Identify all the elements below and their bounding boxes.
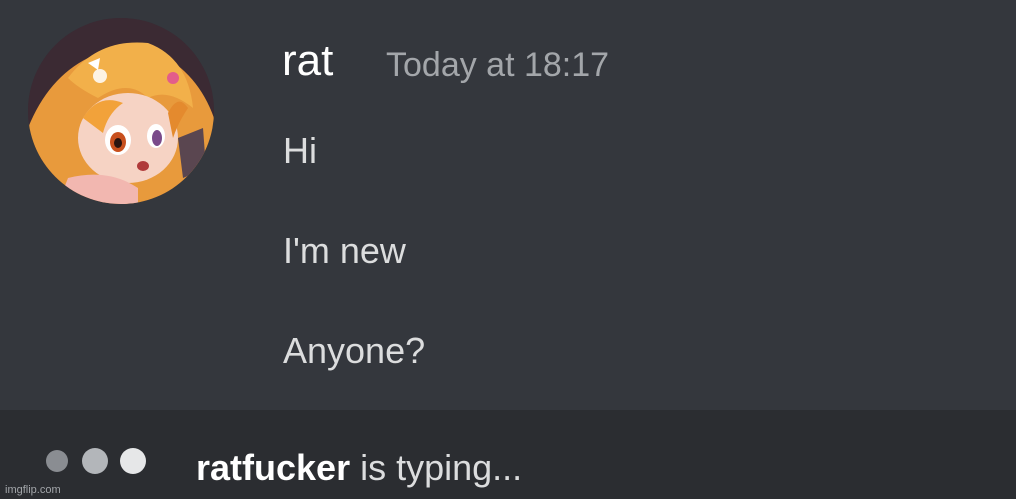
typing-dot: [46, 450, 68, 472]
message-text: Anyone?: [283, 330, 426, 371]
message-username[interactable]: rat: [282, 35, 333, 87]
message-timestamp: Today at 18:17: [386, 46, 610, 84]
typing-dot: [82, 448, 108, 474]
typing-indicator-text: ratfucker is typing...: [196, 447, 522, 489]
avatar-image: [28, 18, 214, 204]
typing-dot: [120, 448, 146, 474]
chat-view: rat Today at 18:17 Hi I'm new Anyone? ra…: [0, 0, 1016, 499]
user-avatar[interactable]: [28, 18, 214, 204]
watermark: imgflip.com: [5, 484, 61, 496]
typing-suffix: is typing...: [350, 447, 523, 488]
typing-dots-icon: [42, 448, 162, 478]
typing-username[interactable]: ratfucker: [196, 447, 350, 488]
message-group: rat Today at 18:17 Hi I'm new Anyone?: [0, 0, 1016, 410]
message-text: I'm new: [283, 230, 406, 271]
message-text: Hi: [283, 130, 317, 171]
